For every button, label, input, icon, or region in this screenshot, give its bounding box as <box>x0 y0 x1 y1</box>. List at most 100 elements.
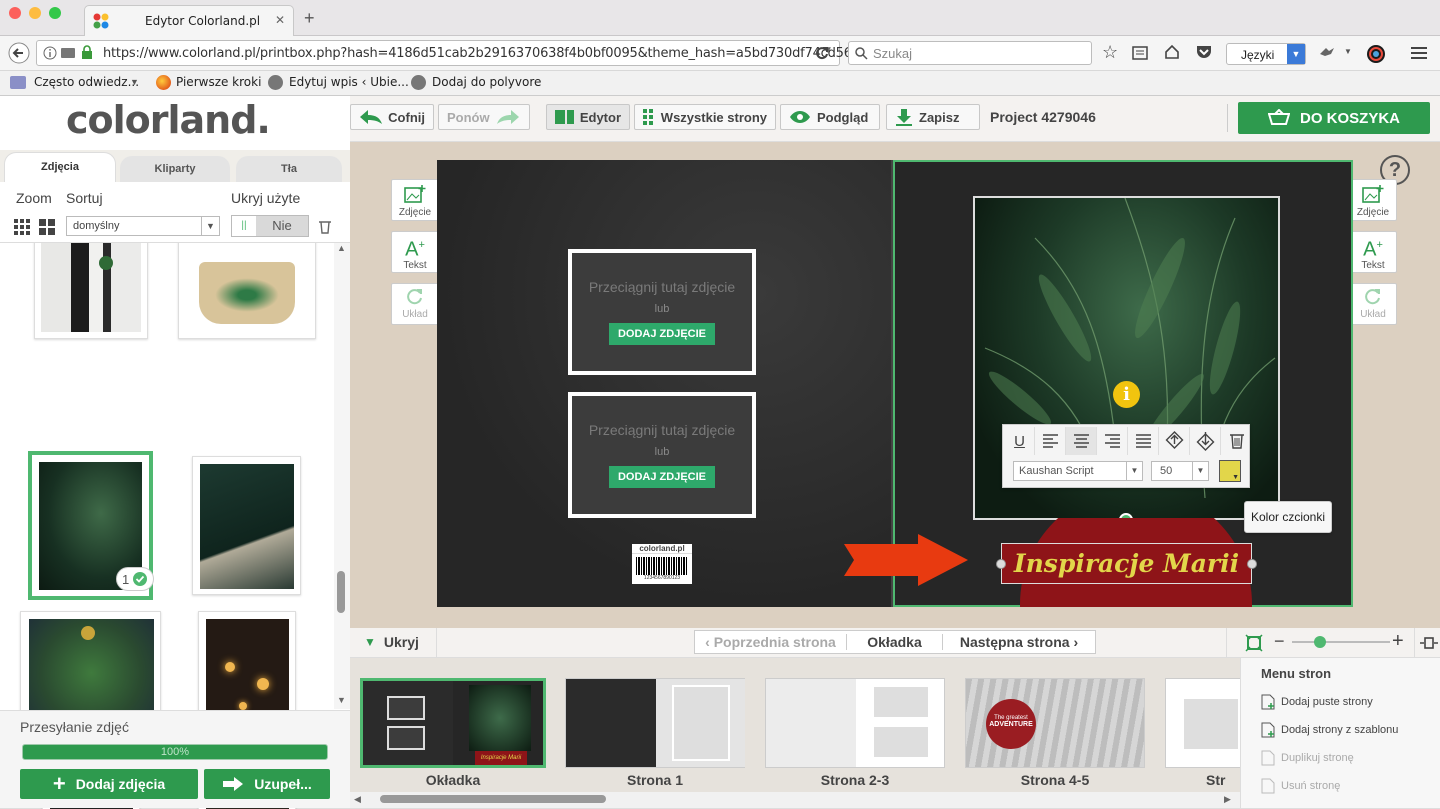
previous-page-button[interactable]: ‹ Poprzednia strona <box>695 634 847 650</box>
close-window-icon[interactable] <box>9 7 21 19</box>
add-text-tool-left[interactable]: A+ Tekst <box>391 231 439 273</box>
delete-icon[interactable] <box>1221 427 1252 455</box>
sort-select[interactable]: domyślny ▼ <box>66 216 220 236</box>
back-icon[interactable] <box>8 42 30 64</box>
grid-small-icon[interactable] <box>14 219 30 235</box>
add-photo-tool-right[interactable]: Zdjęcie <box>1349 179 1397 221</box>
add-text-tool-right[interactable]: A+ Tekst <box>1349 231 1397 273</box>
scrollbar-thumb[interactable] <box>380 795 606 803</box>
tab-backgrounds[interactable]: Tła <box>236 156 342 182</box>
preview-button[interactable]: Podgląd <box>780 104 880 130</box>
all-pages-button[interactable]: Wszystkie strony <box>634 104 776 130</box>
add-photo-tool-left[interactable]: Zdjęcie <box>391 179 439 221</box>
align-justify-icon[interactable] <box>1128 427 1159 455</box>
scrollbar-thumb[interactable] <box>337 571 345 613</box>
add-photo-button[interactable]: DODAJ ZDJĘCIE <box>609 323 715 345</box>
trash-icon[interactable] <box>318 219 332 234</box>
url-bar[interactable]: https://www.colorland.pl/printbox.php?ha… <box>36 40 852 66</box>
zoom-slider-handle[interactable] <box>1314 636 1326 648</box>
layout-tool-left[interactable]: Układ <box>391 283 439 325</box>
color-wheel-extension-icon[interactable] <box>1366 44 1386 64</box>
scroll-right-icon[interactable]: ▶ <box>1224 794 1231 805</box>
language-select[interactable]: Języki ▼ <box>1226 43 1306 65</box>
hamburger-menu-icon[interactable] <box>1410 46 1428 60</box>
reload-icon[interactable] <box>815 46 829 60</box>
photo-placeholder-1[interactable]: Przeciągnij tutaj zdjęcie lub DODAJ ZDJĘ… <box>568 249 756 375</box>
photo-grid-scrollbar[interactable]: ▲ ▼ <box>334 243 350 709</box>
zoom-slider[interactable] <box>1292 636 1390 648</box>
tab-photos[interactable]: Zdjęcia <box>4 152 116 182</box>
maximize-window-icon[interactable] <box>49 7 61 19</box>
info-icon[interactable] <box>43 46 57 60</box>
add-blank-pages-item[interactable]: Dodaj puste strony <box>1261 694 1373 710</box>
page-thumbnail-2-3[interactable] <box>765 678 945 768</box>
sort-label: Sortuj <box>66 190 103 206</box>
send-backward-icon[interactable] <box>1190 427 1221 455</box>
page-thumbnail-4-5[interactable]: The greatest ADVENTURE <box>965 678 1145 768</box>
duplicate-page-item[interactable]: Duplikuj stronę <box>1261 750 1354 766</box>
cover-title-textbox[interactable]: Inspiracje Marii <box>1001 543 1252 584</box>
back-cover-page[interactable] <box>437 160 893 607</box>
reading-list-icon[interactable] <box>1132 45 1148 61</box>
layout-tool-right[interactable]: Układ <box>1349 283 1397 325</box>
scroll-down-icon[interactable]: ▼ <box>337 695 346 705</box>
align-left-icon[interactable] <box>1035 427 1066 455</box>
photo-placeholder-2[interactable]: Przeciągnij tutaj zdjęcie lub DODAJ ZDJĘ… <box>568 392 756 518</box>
minimize-window-icon[interactable] <box>29 7 41 19</box>
photo-thumbnail[interactable] <box>192 456 301 595</box>
bookmark-item[interactable]: Edytuj wpis ‹ Ubie... <box>289 75 409 89</box>
scroll-up-icon[interactable]: ▲ <box>337 243 346 253</box>
home-icon[interactable] <box>1164 44 1180 60</box>
add-to-cart-button[interactable]: DO KOSZYKA <box>1238 102 1430 134</box>
page-thumbnail-1[interactable] <box>565 678 745 768</box>
browser-tab[interactable]: Edytor Colorland.pl ✕ <box>84 5 294 36</box>
bookmarks-bar: Często odwiedz... ▼ Pierwsze kroki Edytu… <box>0 71 1440 96</box>
font-size-select[interactable]: 50 ▼ <box>1151 461 1209 481</box>
page-thumbnail-cover[interactable]: Inspiracje Marii <box>360 678 546 768</box>
bookmark-star-icon[interactable]: ☆ <box>1102 42 1118 63</box>
hide-used-toggle[interactable]: || Nie <box>231 215 309 237</box>
add-photos-button[interactable]: + Dodaj zdjęcia <box>20 769 198 799</box>
bookmark-item[interactable]: Często odwiedz... <box>34 75 139 89</box>
bookmark-item[interactable]: Dodaj do polyvore <box>432 75 541 89</box>
underline-icon[interactable]: U <box>1005 427 1035 455</box>
tab-close-icon[interactable]: ✕ <box>275 13 285 27</box>
photo-thumbnail[interactable] <box>178 243 316 339</box>
chevron-down-icon[interactable]: ▼ <box>130 77 139 87</box>
editor-button[interactable]: Edytor <box>546 104 630 130</box>
page-thumbnail-6[interactable] <box>1165 678 1245 768</box>
photo-thumbnail[interactable] <box>34 243 148 339</box>
pocket-icon[interactable] <box>1196 45 1212 59</box>
chevron-down-icon: ▼ <box>201 217 219 235</box>
fit-to-screen-icon[interactable] <box>1245 634 1263 652</box>
align-right-icon[interactable] <box>1097 427 1128 455</box>
extension-dropdown-icon[interactable]: ▼ <box>1344 47 1352 56</box>
resize-handle-right[interactable] <box>1247 559 1257 569</box>
save-button[interactable]: Zapisz <box>886 104 980 130</box>
hide-thumbnails-button[interactable]: ▼ Ukryj <box>364 634 419 650</box>
add-template-pages-item[interactable]: Dodaj strony z szablonu <box>1261 722 1398 738</box>
fit-width-icon[interactable] <box>1420 635 1438 651</box>
tab-cliparts[interactable]: Kliparty <box>120 156 230 182</box>
undo-button[interactable]: Cofnij <box>350 104 434 130</box>
font-select[interactable]: Kaushan Script ▼ <box>1013 461 1143 481</box>
zoom-out-button[interactable]: − <box>1274 631 1285 652</box>
info-icon[interactable]: i <box>1113 381 1140 408</box>
font-color-button[interactable]: ▼ <box>1219 460 1241 482</box>
align-center-icon[interactable] <box>1066 427 1097 455</box>
scroll-left-icon[interactable]: ◀ <box>354 794 361 805</box>
grid-large-icon[interactable] <box>39 219 55 235</box>
new-tab-icon[interactable]: + <box>304 8 315 29</box>
search-bar[interactable]: Szukaj <box>848 41 1092 65</box>
resize-handle-left[interactable] <box>996 559 1006 569</box>
add-photo-button[interactable]: DODAJ ZDJĘCIE <box>609 466 715 488</box>
zoom-in-button[interactable]: + <box>1392 630 1404 653</box>
next-page-button[interactable]: Następna strona › <box>943 634 1095 650</box>
delete-page-item[interactable]: Usuń stronę <box>1261 778 1340 794</box>
fill-button[interactable]: Uzupeł... <box>204 769 330 799</box>
bird-extension-icon[interactable] <box>1318 44 1336 62</box>
thumbnails-scrollbar[interactable]: ◀ ▶ <box>350 792 1240 808</box>
bookmark-item[interactable]: Pierwsze kroki <box>176 75 261 89</box>
redo-button[interactable]: Ponów <box>438 104 530 130</box>
bring-forward-icon[interactable] <box>1159 427 1190 455</box>
